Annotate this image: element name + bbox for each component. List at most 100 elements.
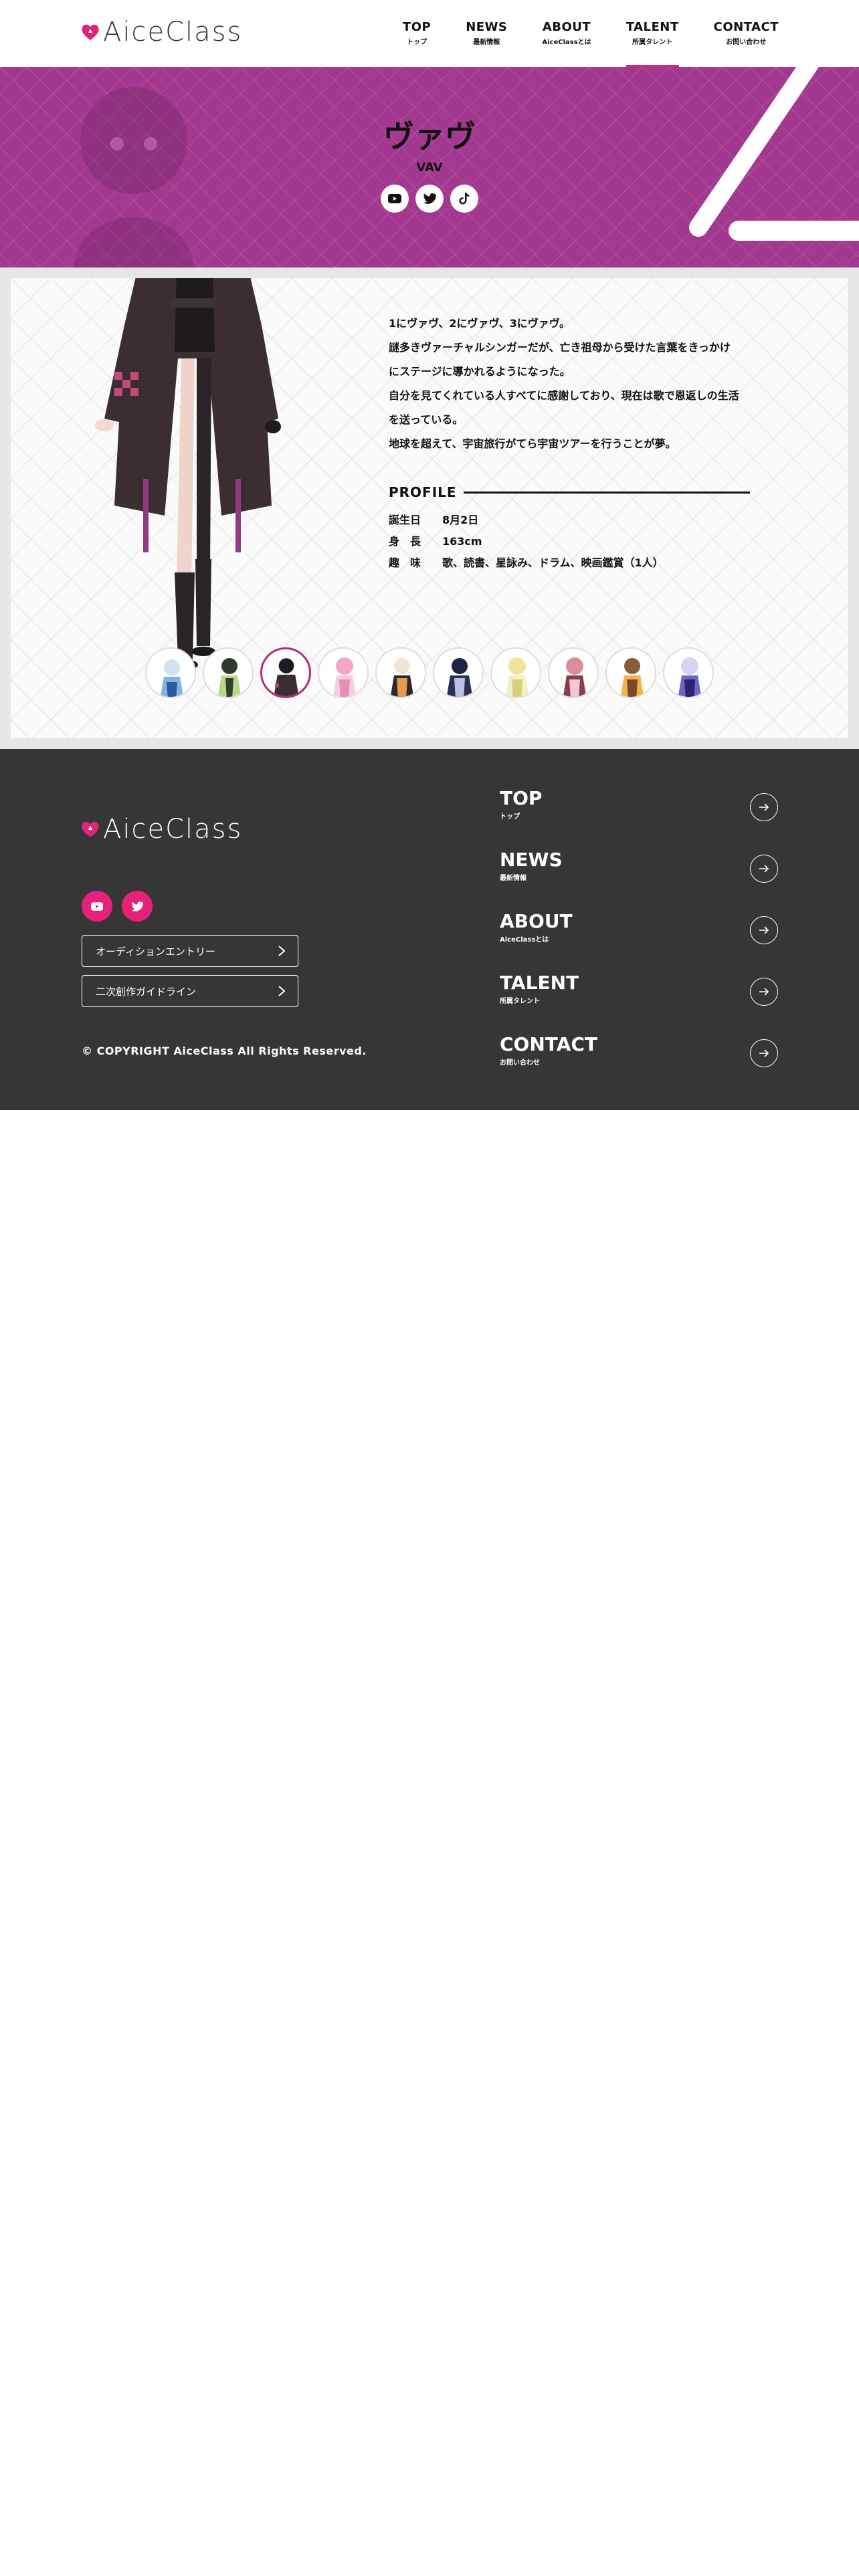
profile-row-height: 身 長 163cm [389,531,664,552]
profile-key: 誕生日 [389,514,421,526]
footer-twitter-link[interactable] [122,891,153,922]
nav-talent-sublabel: 所属タレント [632,39,673,46]
heart-logo-icon [82,821,99,837]
talent-thumbnail[interactable] [490,647,541,698]
tiktok-link[interactable] [450,185,478,213]
footer-nav-talent[interactable]: TALENT 所属タレント [500,967,778,1029]
footer-nav-sublabel: 所属タレント [500,998,540,1005]
audition-entry-button[interactable]: オーディションエントリー [82,935,298,967]
footer-logo[interactable]: AiceClass [80,816,242,843]
profile-key: 趣 味 [389,556,421,569]
nav-about-label: ABOUT [542,20,591,34]
fan-guideline-button[interactable]: 二次創作ガイドライン [82,975,298,1007]
footer-nav-label: ABOUT [500,910,573,932]
logo-text: AiceClass [103,17,243,47]
nav-top[interactable]: TOP トップ [403,20,431,67]
audition-entry-label: オーディションエントリー [96,945,215,958]
talent-detail-card: 1にヴァヴ、2にヴァヴ、3にヴァヴ。 謎多きヴァーチャルシンガーだが、亡き祖母か… [11,278,848,738]
footer-nav-top[interactable]: TOP トップ [500,782,778,844]
talent-avatar-icon [274,658,299,696]
description-line: 1にヴァヴ、2にヴァヴ、3にヴァヴ。 [389,317,570,330]
arrow-right-icon [750,793,778,821]
copyright-text: © COPYRIGHT AiceClass All Rights Reserve… [82,1045,367,1057]
arrow-right-icon [750,1039,778,1067]
site-header: AiceClass TOP トップ NEWS 最新情報 ABOUT AiceCl… [0,0,859,67]
twitter-icon [131,901,143,911]
footer-youtube-link[interactable] [82,891,112,922]
talent-avatar-icon [332,657,357,697]
footer-logo-text: AiceClass [103,814,243,845]
talent-thumbnail[interactable] [663,647,714,698]
talent-thumbnail[interactable] [605,647,656,698]
footer-nav-news[interactable]: NEWS 最新情報 [500,844,778,905]
talent-avatar-icon [563,657,587,697]
chevron-right-icon [278,986,286,996]
talent-thumbnail[interactable] [203,647,254,698]
heart-logo-icon [82,24,99,40]
profile-value: 163cm [442,535,482,548]
footer-nav-label: CONTACT [500,1033,598,1055]
nav-about[interactable]: ABOUT AiceClassとは [542,20,591,67]
talent-thumbnail-list [11,647,848,698]
talent-avatar-icon [390,658,414,697]
talent-avatar-icon [446,658,473,697]
profile-key: 身 長 [389,535,421,548]
talent-description: 1にヴァヴ、2にヴァヴ、3にヴァヴ。 謎多きヴァーチャルシンガーだが、亡き祖母か… [389,312,763,456]
nav-talent[interactable]: TALENT 所属タレント [626,20,679,67]
profile-divider [463,491,750,494]
footer-nav-sublabel: AiceClassとは [500,936,549,944]
talent-avatar-icon [678,657,702,697]
nav-talent-label: TALENT [626,20,679,34]
description-line: にステージに導かれるようになった。 [389,365,571,378]
nav-top-label: TOP [402,20,432,34]
footer-nav-sublabel: お問い合わせ [500,1059,540,1067]
nav-contact[interactable]: CONTACT お問い合わせ [714,20,779,67]
talent-thumbnail[interactable] [375,647,426,698]
nav-contact-sublabel: お問い合わせ [726,39,767,46]
twitter-icon [423,193,436,204]
arrow-right-icon [750,978,778,1006]
youtube-link[interactable] [381,185,409,213]
site-logo[interactable]: AiceClass [80,19,242,45]
profile-value: 歌、読書、星詠み、ドラム、映画鑑賞（1人） [442,556,664,569]
nav-contact-label: CONTACT [713,20,779,34]
youtube-icon [388,194,401,203]
footer-nav-sublabel: 最新情報 [500,875,527,882]
footer-social-links [82,891,153,922]
description-line: 自分を見てくれている人すべてに感謝しており、現在は歌で恩返しの生活 [389,389,739,402]
hero-decoration [689,67,859,241]
description-line: 謎多きヴァーチャルシンガーだが、亡き祖母から受けた言葉をきっかけ [389,341,731,354]
talent-avatar-icon [217,658,242,697]
nav-news[interactable]: NEWS 最新情報 [466,20,507,67]
nav-news-label: NEWS [466,20,508,34]
talent-avatar-icon [505,657,529,697]
profile-table: 誕生日 8月2日 身 長 163cm 趣 味 歌、読書、星詠み、ドラム、映画鑑賞… [389,510,664,574]
nav-top-sublabel: トップ [407,39,427,46]
twitter-link[interactable] [415,185,444,213]
talent-thumbnail-active[interactable] [260,647,311,698]
talent-hero-banner: ヴァヴ VAV [0,67,859,267]
footer-nav-contact[interactable]: CONTACT お問い合わせ [500,1029,778,1090]
footer-nav: TOP トップ NEWS 最新情報 ABOUT AiceClassとは TALE… [500,782,778,1090]
footer-nav-label: NEWS [500,849,563,871]
talent-thumbnail[interactable] [433,647,484,698]
footer-nav-label: TOP [500,787,543,809]
youtube-icon [91,901,103,911]
site-footer: AiceClass オーディションエントリー 二次創作ガイドライン © COPY… [0,749,859,1110]
talent-avatar-icon [160,659,184,697]
footer-nav-sublabel: トップ [500,813,520,821]
profile-row-birthday: 誕生日 8月2日 [389,510,664,531]
talent-thumbnail[interactable] [318,647,369,698]
talent-avatar-icon [620,658,644,697]
profile-row-hobby: 趣 味 歌、読書、星詠み、ドラム、映画鑑賞（1人） [389,552,664,574]
main-nav: TOP トップ NEWS 最新情報 ABOUT AiceClassとは TALE… [368,20,779,67]
talent-thumbnail[interactable] [145,647,196,698]
arrow-right-icon [750,916,778,944]
footer-nav-about[interactable]: ABOUT AiceClassとは [500,905,778,967]
description-line: 地球を超えて、宇宙旅行がてら宇宙ツアーを行うことが夢。 [389,437,676,450]
talent-thumbnail[interactable] [548,647,599,698]
footer-nav-label: TALENT [500,972,579,994]
fan-guideline-label: 二次創作ガイドライン [96,985,197,998]
talent-detail-section: 1にヴァヴ、2にヴァヴ、3にヴァヴ。 謎多きヴァーチャルシンガーだが、亡き祖母か… [0,267,859,749]
nav-about-sublabel: AiceClassとは [542,39,591,46]
